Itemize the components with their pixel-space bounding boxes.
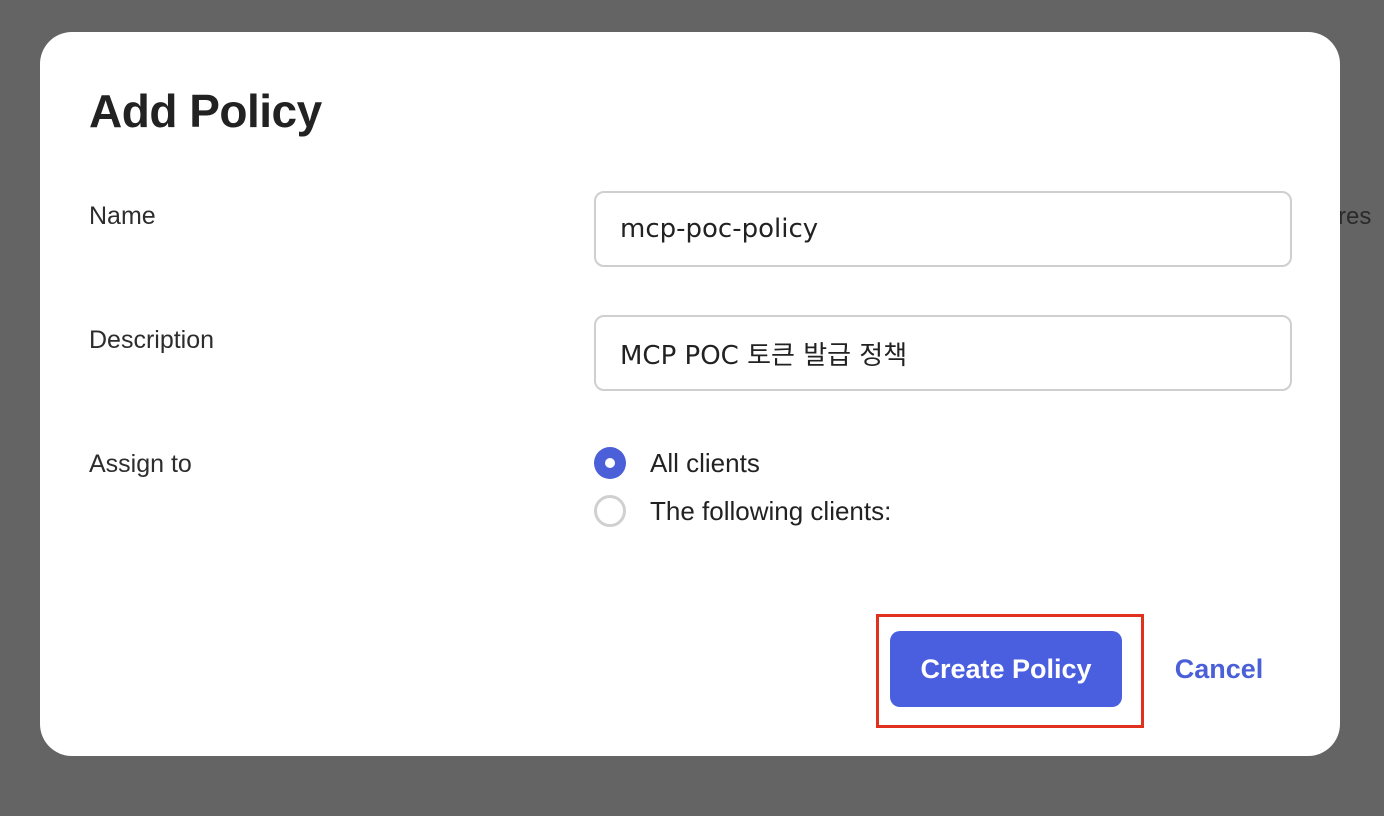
- background-page-text: res: [1338, 203, 1372, 230]
- add-policy-dialog: Add Policy Name Description Assign to Al…: [40, 32, 1340, 756]
- create-policy-button[interactable]: Create Policy: [890, 631, 1122, 707]
- name-input[interactable]: [594, 191, 1292, 267]
- radio-label-all-clients: All clients: [650, 447, 760, 478]
- radio-option-all-clients[interactable]: All clients: [594, 445, 760, 481]
- radio-selected-icon[interactable]: [594, 447, 626, 479]
- radio-unselected-icon[interactable]: [594, 495, 626, 527]
- cancel-button[interactable]: Cancel: [1154, 631, 1284, 707]
- radio-label-following-clients: The following clients:: [650, 495, 892, 526]
- dialog-title: Add Policy: [89, 85, 322, 137]
- description-input[interactable]: [594, 315, 1292, 391]
- description-label: Description: [89, 326, 215, 354]
- assign-to-label: Assign to: [89, 450, 192, 478]
- radio-option-following-clients[interactable]: The following clients:: [594, 493, 891, 529]
- name-label: Name: [89, 202, 156, 230]
